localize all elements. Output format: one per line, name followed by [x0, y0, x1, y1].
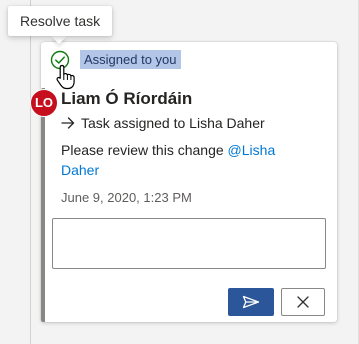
comment-pane-divider — [30, 0, 31, 344]
close-icon — [297, 296, 309, 308]
arrow-right-icon — [61, 117, 75, 129]
author-avatar: LO — [30, 89, 58, 117]
comment-author: Liam Ó Ríordáin — [61, 89, 193, 108]
comment-thread-accent — [41, 88, 45, 322]
comment-text: Please review this change — [61, 142, 228, 158]
cancel-button[interactable] — [281, 288, 325, 316]
comment-card — [41, 42, 337, 322]
send-button[interactable] — [228, 288, 274, 316]
task-assignment-text: Task assigned to Lisha Daher — [81, 115, 265, 131]
task-assignment: Task assigned to Lisha Daher — [61, 115, 265, 131]
hand-cursor-icon — [56, 64, 75, 90]
reply-input[interactable] — [52, 218, 326, 269]
send-icon — [242, 295, 260, 309]
assigned-badge: Assigned to you — [80, 50, 181, 69]
comment-body: Please review this change @Lisha Daher — [61, 140, 316, 180]
resolve-task-tooltip: Resolve task — [8, 6, 113, 36]
comment-timestamp: June 9, 2020, 1:23 PM — [61, 190, 192, 205]
